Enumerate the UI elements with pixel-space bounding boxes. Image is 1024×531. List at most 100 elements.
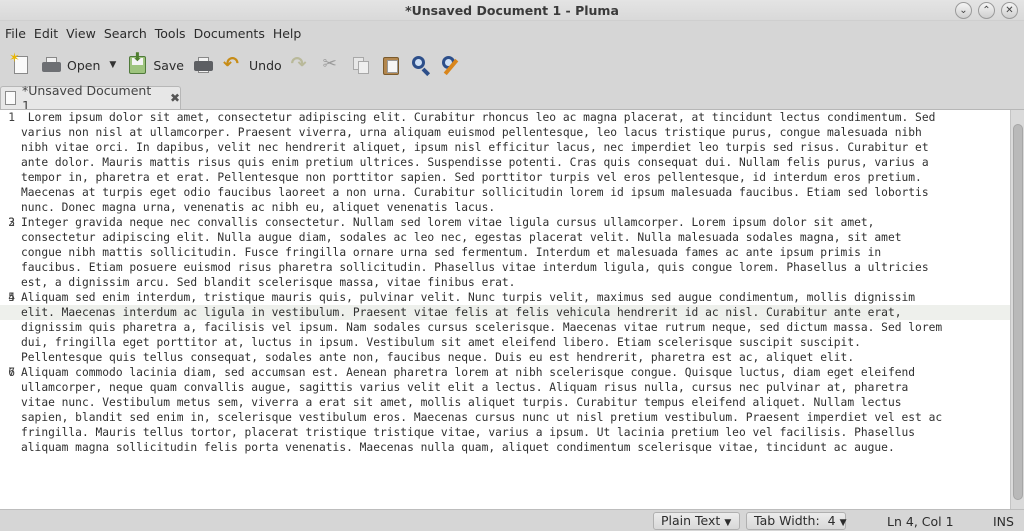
replace-icon	[440, 54, 462, 76]
window-title: *Unsaved Document 1 - Pluma	[405, 3, 619, 18]
editor-line[interactable]: Pellentesque quis tellus consequat, soda…	[21, 350, 1010, 365]
line-number: 3	[8, 216, 15, 229]
line-text: nunc. Donec magna urna, venenatis ac nib…	[21, 201, 496, 214]
document-icon	[5, 91, 16, 105]
line-text: Lorem ipsum dolor sit amet, consectetur …	[21, 111, 936, 124]
save-icon: ⬇	[126, 50, 148, 76]
paste-button[interactable]	[376, 49, 406, 81]
tab-width-selector[interactable]: Tab Width: 4 ▼	[746, 512, 846, 530]
scrollbar-thumb[interactable]	[1013, 124, 1023, 500]
print-button[interactable]	[188, 49, 218, 81]
new-button[interactable]: ✶	[6, 49, 36, 81]
title-bar: *Unsaved Document 1 - Pluma ⌄ ⌃ ✕	[0, 0, 1024, 21]
editor-line[interactable]: faucibus. Etiam posuere euismod risus ph…	[21, 260, 1010, 275]
text-editor[interactable]: 1 Lorem ipsum dolor sit amet, consectetu…	[0, 109, 1024, 509]
close-icon[interactable]: ✕	[1001, 2, 1018, 19]
editor-line[interactable]: Maecenas at turpis eget odio faucibus la…	[21, 185, 1010, 200]
line-number: 7	[8, 366, 15, 379]
document-tabs: *Unsaved Document 1 ✖	[0, 83, 1024, 113]
tab-unsaved-document-1[interactable]: *Unsaved Document 1 ✖	[0, 83, 181, 113]
line-text: Integer gravida neque nec convallis cons…	[21, 216, 875, 229]
line-text: ullamcorper, neque quam convallis augue,…	[21, 381, 909, 394]
editor-line[interactable]: aliquam magna sollicitudin felis porta v…	[21, 440, 1010, 455]
line-text: dui, fringilla eget porttitor at, luctus…	[21, 336, 861, 349]
redo-icon: ↷	[290, 53, 307, 75]
line-text: elit. Maecenas interdum ac ligula in ves…	[21, 306, 902, 319]
menu-documents[interactable]: Documents	[193, 26, 271, 41]
editor-line[interactable]: est, a dignissim arcu. Sed blandit scele…	[21, 275, 1010, 290]
redo-button[interactable]: ↷	[286, 49, 316, 81]
copy-button[interactable]	[346, 49, 376, 81]
menu-tools[interactable]: Tools	[154, 26, 192, 41]
line-text: consectetur adipiscing elit. Nulla augue…	[21, 231, 902, 244]
editor-line[interactable]: nibh vitae orci. In dapibus, velit nec h…	[21, 140, 1010, 155]
save-label: Save	[153, 57, 184, 73]
menu-file[interactable]: File	[4, 26, 32, 41]
line-text: dignissim quis pharetra a, facilisis vel…	[21, 321, 943, 334]
editor-line[interactable]: 3 Integer gravida neque nec convallis con…	[8, 215, 1010, 230]
editor-line[interactable]: varius non nisl at ullamcorper. Praesent…	[21, 125, 1010, 140]
line-text: ante dolor. Mauris mattis risus quis eni…	[21, 156, 929, 169]
editor-line[interactable]: elit. Maecenas interdum ac ligula in ves…	[21, 305, 1010, 320]
line-number: 1	[8, 111, 15, 124]
insert-mode: INS	[993, 514, 1014, 529]
undo-icon: ↶	[223, 53, 239, 75]
open-dropdown-icon[interactable]: ▼	[109, 60, 116, 70]
new-document-icon: ✶	[9, 51, 32, 76]
editor-line[interactable]: dui, fringilla eget porttitor at, luctus…	[21, 335, 1010, 350]
editor-line[interactable]: 5 Aliquam sed enim interdum, tristique ma…	[8, 290, 1010, 305]
save-button[interactable]: ⬇ Save	[122, 49, 188, 81]
editor-line[interactable]: sapien, blandit sed enim in, scelerisque…	[21, 410, 1010, 425]
open-label: Open	[67, 57, 101, 73]
paste-icon	[380, 54, 402, 76]
line-text: Aliquam commodo lacinia diam, sed accums…	[21, 366, 916, 379]
maximize-icon[interactable]: ⌃	[978, 2, 995, 19]
cut-button[interactable]: ✂	[316, 49, 346, 81]
close-tab-icon[interactable]: ✖	[170, 91, 180, 105]
editor-line[interactable]: congue nibh mattis sollicitudin. Fusce f…	[21, 245, 1010, 260]
menu-view[interactable]: View	[65, 26, 102, 41]
editor-line[interactable]: 7 Aliquam commodo lacinia diam, sed accum…	[8, 365, 1010, 380]
line-text: Maecenas at turpis eget odio faucibus la…	[21, 186, 929, 199]
vertical-scrollbar[interactable]	[1010, 110, 1024, 509]
editor-text[interactable]: 1 Lorem ipsum dolor sit amet, consectetu…	[8, 110, 1010, 455]
line-text: est, a dignissim arcu. Sed blandit scele…	[21, 276, 516, 289]
chevron-down-icon: ▼	[724, 518, 732, 528]
editor-line[interactable]: ullamcorper, neque quam convallis augue,…	[21, 380, 1010, 395]
editor-line[interactable]: nunc. Donec magna urna, venenatis ac nib…	[21, 200, 1010, 215]
window-controls: ⌄ ⌃ ✕	[955, 2, 1018, 19]
line-text: congue nibh mattis sollicitudin. Fusce f…	[21, 246, 882, 259]
line-text: sapien, blandit sed enim in, scelerisque…	[21, 411, 943, 424]
replace-button[interactable]	[436, 49, 466, 81]
undo-button[interactable]: ↶ Undo	[218, 49, 286, 81]
editor-line[interactable]: 1 Lorem ipsum dolor sit amet, consectetu…	[8, 110, 1010, 125]
open-folder-icon	[40, 54, 62, 76]
find-button[interactable]	[406, 49, 436, 81]
menu-edit[interactable]: Edit	[33, 26, 64, 41]
editor-line[interactable]: vitae nunc. Vestibulum metus sem, viverr…	[21, 395, 1010, 410]
status-bar: Plain Text ▼ Tab Width: 4 ▼ Ln 4, Col 1 IN…	[0, 509, 1024, 531]
line-text: vitae nunc. Vestibulum metus sem, viverr…	[21, 396, 902, 409]
editor-line[interactable]: dignissim quis pharetra a, facilisis vel…	[21, 320, 1010, 335]
cut-icon: ✂	[322, 54, 337, 74]
chevron-down-icon: ▼	[839, 518, 847, 528]
print-icon	[192, 54, 214, 76]
language-label: Plain Text	[661, 513, 721, 528]
line-text: Aliquam sed enim interdum, tristique mau…	[21, 291, 916, 304]
copy-icon	[350, 54, 372, 76]
line-text: tempor in, pharetra et erat. Pellentesqu…	[21, 171, 922, 184]
editor-line[interactable]: fringilla. Mauris tellus tortor, placera…	[21, 425, 1010, 440]
line-text: nibh vitae orci. In dapibus, velit nec h…	[21, 141, 929, 154]
open-button[interactable]: Open ▼	[36, 49, 122, 81]
editor-line[interactable]: tempor in, pharetra et erat. Pellentesqu…	[21, 170, 1010, 185]
line-text: aliquam magna sollicitudin felis porta v…	[21, 441, 895, 454]
line-number: 5	[8, 291, 15, 304]
cursor-position: Ln 4, Col 1	[887, 514, 954, 529]
minimize-icon[interactable]: ⌄	[955, 2, 972, 19]
editor-line[interactable]: consectetur adipiscing elit. Nulla augue…	[21, 230, 1010, 245]
editor-line[interactable]: ante dolor. Mauris mattis risus quis eni…	[21, 155, 1010, 170]
toolbar: ✶ Open ▼ ⬇ Save ↶ Undo ↷ ✂	[0, 46, 1024, 84]
menu-search[interactable]: Search	[103, 26, 153, 41]
language-selector[interactable]: Plain Text ▼	[653, 512, 740, 530]
menu-help[interactable]: Help	[272, 26, 308, 41]
